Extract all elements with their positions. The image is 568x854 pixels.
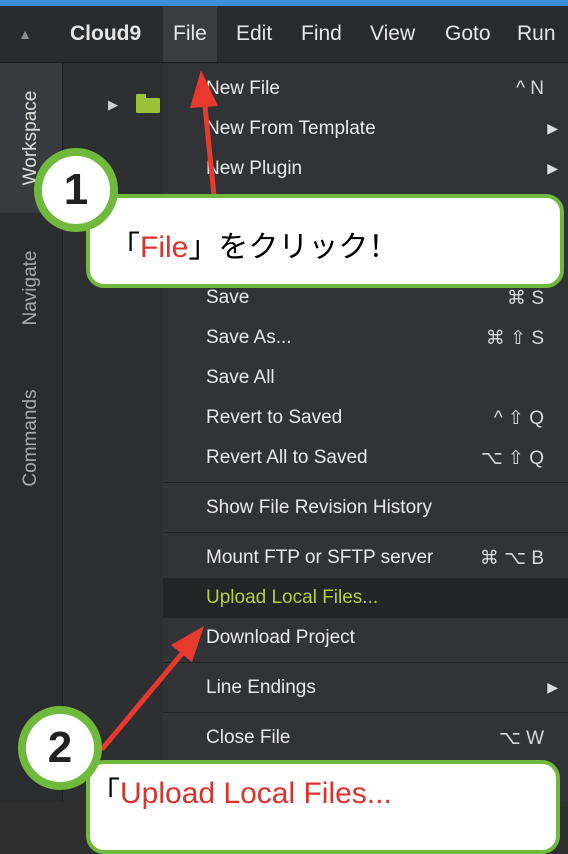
menu-item-label: Save: [206, 287, 250, 308]
menu-item-shortcut: ⌘ S: [507, 288, 544, 309]
menu-item-show-file-revision-history[interactable]: Show File Revision History: [163, 488, 568, 528]
menu-item-label: Revert to Saved: [206, 407, 343, 428]
menu-file[interactable]: File: [163, 6, 217, 62]
chevron-right-icon: ▶: [547, 679, 558, 695]
tab-navigate-label: Navigate: [20, 250, 41, 326]
menu-item-upload-local-files[interactable]: Upload Local Files...: [163, 578, 568, 618]
menu-cloud9[interactable]: Cloud9: [70, 6, 141, 62]
menu-edit[interactable]: Edit: [236, 6, 272, 62]
menu-goto[interactable]: Goto: [445, 6, 491, 62]
menu-item-shortcut: ^ ⇧ Q: [493, 408, 544, 429]
menu-divider: [163, 712, 568, 713]
step1-target: File: [140, 231, 189, 264]
menu-item-revert-all-to-saved[interactable]: Revert All to Saved ⌥ ⇧ Q: [163, 438, 568, 478]
menu-item-label: Revert All to Saved: [206, 447, 368, 468]
menu-item-label: New From Template: [206, 118, 376, 139]
collapse-up-icon[interactable]: ▲: [0, 6, 50, 62]
menu-item-label: Save All: [206, 367, 275, 388]
menu-divider: [163, 482, 568, 483]
step1-text: 「File」をクリック！: [110, 231, 399, 264]
step2-text: 「Upload Local Files...: [90, 777, 392, 810]
step1-callout: 「File」をクリック！: [86, 194, 564, 288]
menu-run[interactable]: Run: [517, 6, 556, 62]
menu-item-download-project[interactable]: Download Project: [163, 618, 568, 658]
step2-badge: 2: [18, 706, 102, 790]
file-menu-dropdown: New File ^ N New From Template ▶ New Plu…: [163, 63, 568, 802]
menu-item-revert-to-saved[interactable]: Revert to Saved ^ ⇧ Q: [163, 398, 568, 438]
menu-item-line-endings[interactable]: Line Endings ▶: [163, 668, 568, 708]
menu-find[interactable]: Find: [301, 6, 342, 62]
step1-badge: 1: [34, 148, 118, 232]
menu-item-label: Show File Revision History: [206, 497, 432, 518]
menu-item-save-as[interactable]: Save As... ⌘ ⇧ S: [163, 318, 568, 358]
triangle-right-icon[interactable]: ▶: [108, 97, 118, 113]
menu-item-label: New Plugin: [206, 158, 303, 179]
menu-item-shortcut: ⌥ W: [498, 728, 544, 749]
menu-item-close-file[interactable]: Close File ⌥ W: [163, 718, 568, 758]
menu-item-label: Save As...: [206, 327, 292, 348]
step2-callout: 「Upload Local Files...: [86, 760, 560, 854]
menu-item-label: Close File: [206, 727, 291, 748]
menu-item-label: Download Project: [206, 627, 355, 648]
menu-item-mount-ftp-sftp[interactable]: Mount FTP or SFTP server ⌘ ⌥ B: [163, 538, 568, 578]
menu-item-shortcut: ⌘ ⇧ S: [485, 328, 544, 349]
menu-divider: [163, 532, 568, 533]
menu-view[interactable]: View: [370, 6, 415, 62]
tab-commands[interactable]: Commands: [0, 363, 62, 513]
menu-item-label: Mount FTP or SFTP server: [206, 547, 434, 568]
menu-item-new-file[interactable]: New File ^ N: [163, 69, 568, 109]
menu-divider: [163, 662, 568, 663]
chevron-right-icon: ▶: [547, 160, 558, 176]
menu-item-new-from-template[interactable]: New From Template ▶: [163, 109, 568, 149]
menu-item-label: Upload Local Files...: [206, 587, 379, 608]
menu-item-shortcut: ⌘ ⌥ B: [479, 548, 544, 569]
menu-item-shortcut: ^ N: [516, 78, 544, 99]
folder-icon[interactable]: [136, 94, 160, 113]
menu-item-new-plugin[interactable]: New Plugin ▶: [163, 149, 568, 189]
tab-navigate[interactable]: Navigate: [0, 213, 62, 363]
menu-item-save-all[interactable]: Save All: [163, 358, 568, 398]
chevron-right-icon: ▶: [547, 120, 558, 136]
menu-item-label: New File: [206, 78, 280, 99]
tab-commands-label: Commands: [20, 389, 41, 487]
menu-item-shortcut: ⌥ ⇧ Q: [480, 448, 544, 469]
menu-item-label: Line Endings: [206, 677, 316, 698]
step2-target: Upload Local Files...: [120, 777, 392, 810]
menu-bar: ▲ Cloud9 File Edit Find View Goto Run: [0, 6, 568, 63]
